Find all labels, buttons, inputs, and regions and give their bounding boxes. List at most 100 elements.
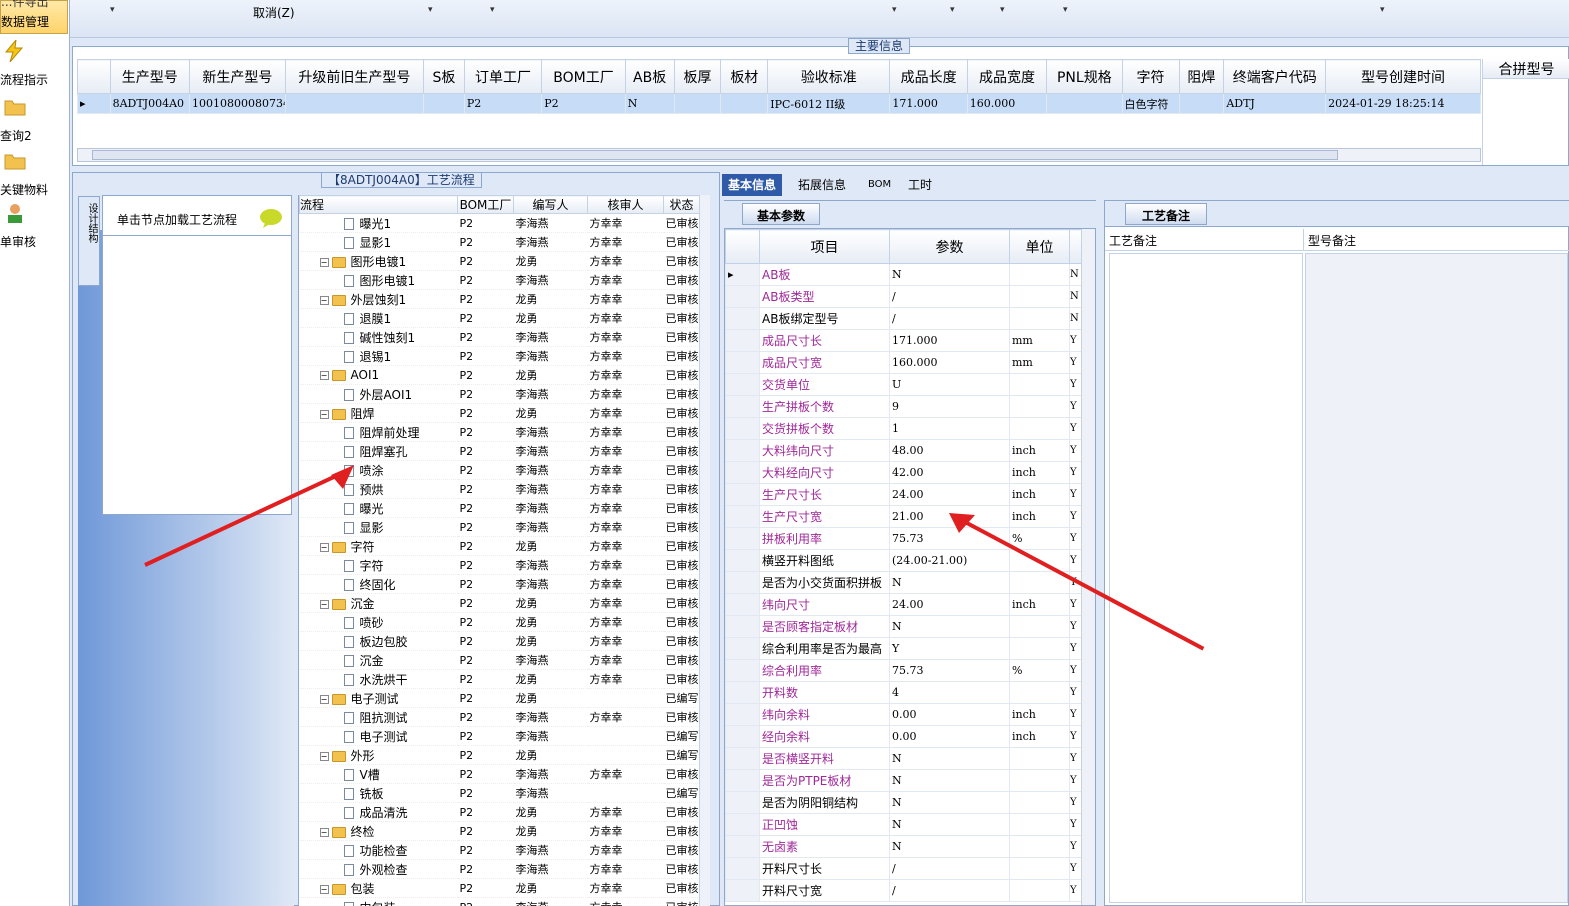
column-header[interactable]: 生产型号 <box>109 59 190 94</box>
table-cell[interactable]: P2 <box>463 93 543 114</box>
tree-node[interactable]: 显影1 <box>299 232 458 252</box>
column-header[interactable]: 升级前旧生产型号 <box>284 59 425 94</box>
column-header[interactable]: 验收标准 <box>767 59 891 94</box>
param-value[interactable]: / <box>889 307 1010 330</box>
column-header[interactable]: BOM工厂 <box>457 195 514 214</box>
column-header[interactable]: 新生产型号 <box>188 59 286 94</box>
param-value[interactable]: 24.00 <box>889 593 1010 616</box>
tree-node[interactable]: − 图形电镀1 <box>299 251 458 271</box>
column-header[interactable]: 板材 <box>720 59 769 94</box>
param-value[interactable]: 24.00 <box>889 483 1010 506</box>
tree-row[interactable]: 水洗烘干 P2 龙勇 方幸幸 已审核 <box>299 669 700 689</box>
param-value[interactable]: N <box>889 791 1010 814</box>
collapse-icon[interactable]: − <box>319 542 329 552</box>
param-row[interactable]: 是否为PTPE板材 N Y <box>725 769 1082 792</box>
params-scrollbar[interactable] <box>1081 229 1095 905</box>
column-header[interactable]: AB板 <box>624 59 675 94</box>
param-value[interactable]: 42.00 <box>889 461 1010 484</box>
param-row[interactable]: 是否顾客指定板材 N Y <box>725 615 1082 638</box>
tree-node[interactable]: 字符 <box>299 555 458 575</box>
param-row[interactable]: 生产拼板个数 9 Y <box>725 395 1082 418</box>
tree-node[interactable]: − 阻焊 <box>299 403 458 423</box>
dropdown-arrow-icon[interactable]: ▾ <box>490 5 495 15</box>
tree-node[interactable]: − 终检 <box>299 821 458 841</box>
tree-node[interactable]: − 沉金 <box>299 593 458 613</box>
dropdown-arrow-icon[interactable]: ▾ <box>110 5 115 15</box>
tree-node[interactable]: V槽 <box>299 764 458 784</box>
nav-item-key-material[interactable]: 关键物料 <box>0 148 68 202</box>
tree-row[interactable]: − 沉金 P2 龙勇 方幸幸 已审核 <box>299 593 700 613</box>
tree-node[interactable]: 图形电镀1 <box>299 270 458 290</box>
tree-row[interactable]: 碱性蚀刻1 P2 李海燕 方幸幸 已审核 <box>299 327 700 347</box>
collapse-icon[interactable]: − <box>319 599 329 609</box>
dropdown-arrow-icon[interactable]: ▾ <box>1380 5 1385 15</box>
tree-row[interactable]: 外观检查 P2 李海燕 方幸幸 已审核 <box>299 859 700 879</box>
param-row[interactable]: AB板类型 / N <box>725 285 1082 308</box>
param-row[interactable]: 成品尺寸长 171.000 mm Y <box>725 329 1082 352</box>
param-value[interactable]: / <box>889 879 1010 902</box>
param-row[interactable]: 开料尺寸长 / Y <box>725 857 1082 880</box>
param-value[interactable]: N <box>889 747 1010 770</box>
tree-row[interactable]: 功能检查 P2 李海燕 方幸幸 已审核 <box>299 840 700 860</box>
collapse-icon[interactable]: − <box>319 371 329 380</box>
tree-row[interactable]: 退锡1 P2 李海燕 方幸幸 已审核 <box>299 346 700 366</box>
param-row[interactable]: 拼板利用率 75.73% Y <box>725 527 1082 550</box>
param-row[interactable]: 生产尺寸长 24.00 inch Y <box>725 483 1082 506</box>
vertical-tab[interactable]: 设计结构 <box>78 196 100 286</box>
tree-node[interactable]: 阻焊塞孔 <box>299 441 458 461</box>
tree-node[interactable]: 退膜1 <box>299 308 458 328</box>
tree-node[interactable]: 碱性蚀刻1 <box>299 327 458 347</box>
table-cell[interactable]: IPC-6012 II级 <box>767 93 891 114</box>
tree-node[interactable]: 沉金 <box>299 650 458 670</box>
table-cell[interactable]: 171.000 <box>889 93 968 114</box>
dropdown-arrow-icon[interactable]: ▾ <box>892 5 897 15</box>
tree-node[interactable]: − 包装 <box>299 878 458 898</box>
param-value[interactable]: (24.00-21.00) <box>889 549 1010 572</box>
column-header[interactable]: 单位 <box>1009 229 1070 264</box>
scrollbar-thumb[interactable] <box>92 150 1338 160</box>
param-row[interactable]: 正凹蚀 N Y <box>725 813 1082 836</box>
tree-row[interactable]: 字符 P2 李海燕 方幸幸 已审核 <box>299 555 700 575</box>
tree-row[interactable]: − 字符 P2 龙勇 方幸幸 已审核 <box>299 536 700 556</box>
column-header[interactable]: 订单工厂 <box>463 59 543 94</box>
column-header[interactable]: 成品宽度 <box>966 59 1048 94</box>
collapse-icon[interactable]: − <box>319 295 329 305</box>
param-row[interactable]: 是否为阴阳铜结构 N Y <box>725 791 1082 814</box>
param-row[interactable]: 开料数 4 Y <box>725 681 1082 704</box>
cancel-button[interactable]: 取消(Z) <box>253 4 295 21</box>
collapse-icon[interactable]: − <box>319 694 329 704</box>
param-row[interactable]: 成品尺寸宽 160.000 mm Y <box>725 351 1082 374</box>
tree-node[interactable]: 内包装 <box>299 897 458 906</box>
tree-node[interactable]: 喷涂 <box>299 460 458 480</box>
param-row[interactable]: 开料尺寸宽 / Y <box>725 879 1082 902</box>
param-value[interactable]: N <box>889 769 1010 792</box>
table-cell[interactable] <box>423 93 465 114</box>
tree-row[interactable]: 电子测试 P2 李海燕 已编写 <box>299 726 700 746</box>
tree-row[interactable]: 显影1 P2 李海燕 方幸幸 已审核 <box>299 232 700 252</box>
tree-row[interactable]: 沉金 P2 李海燕 方幸幸 已审核 <box>299 650 700 670</box>
tree-row[interactable]: − 包装 P2 龙勇 方幸幸 已审核 <box>299 878 700 898</box>
tree-node[interactable]: 电子测试 <box>299 726 458 746</box>
process-note-textarea[interactable] <box>1109 253 1303 903</box>
column-header[interactable]: 流程 <box>299 195 458 214</box>
collapse-icon[interactable]: − <box>319 409 329 419</box>
table-cell[interactable] <box>1046 93 1123 114</box>
param-row[interactable]: 大料纬向尺寸 48.00 inch Y <box>725 439 1082 462</box>
tree-node[interactable]: 板边包胶 <box>299 631 458 651</box>
tab-work-hours[interactable]: 工时 <box>902 174 938 196</box>
table-cell[interactable]: 160.000 <box>966 93 1048 114</box>
tree-node[interactable]: 铣板 <box>299 783 458 803</box>
tree-row[interactable]: 退膜1 P2 龙勇 方幸幸 已审核 <box>299 308 700 328</box>
tree-row[interactable]: − 图形电镀1 P2 龙勇 方幸幸 已审核 <box>299 251 700 271</box>
param-value[interactable]: 160.000 <box>889 351 1010 374</box>
tree-node[interactable]: 阻焊前处理 <box>299 422 458 442</box>
dropdown-arrow-icon[interactable]: ▾ <box>1000 5 1005 15</box>
column-header[interactable]: 成品长度 <box>889 59 968 94</box>
tree-row[interactable]: 显影 P2 李海燕 方幸幸 已审核 <box>299 517 700 537</box>
table-cell[interactable] <box>284 93 425 114</box>
tab-extended-info[interactable]: 拓展信息 <box>792 174 852 196</box>
tab-basic-info[interactable]: 基本信息 <box>722 174 783 196</box>
tree-row[interactable]: − AOI1 P2 龙勇 方幸幸 已审核 <box>299 365 700 385</box>
param-value[interactable]: / <box>889 285 1010 308</box>
param-value[interactable]: 75.73 <box>889 659 1010 682</box>
